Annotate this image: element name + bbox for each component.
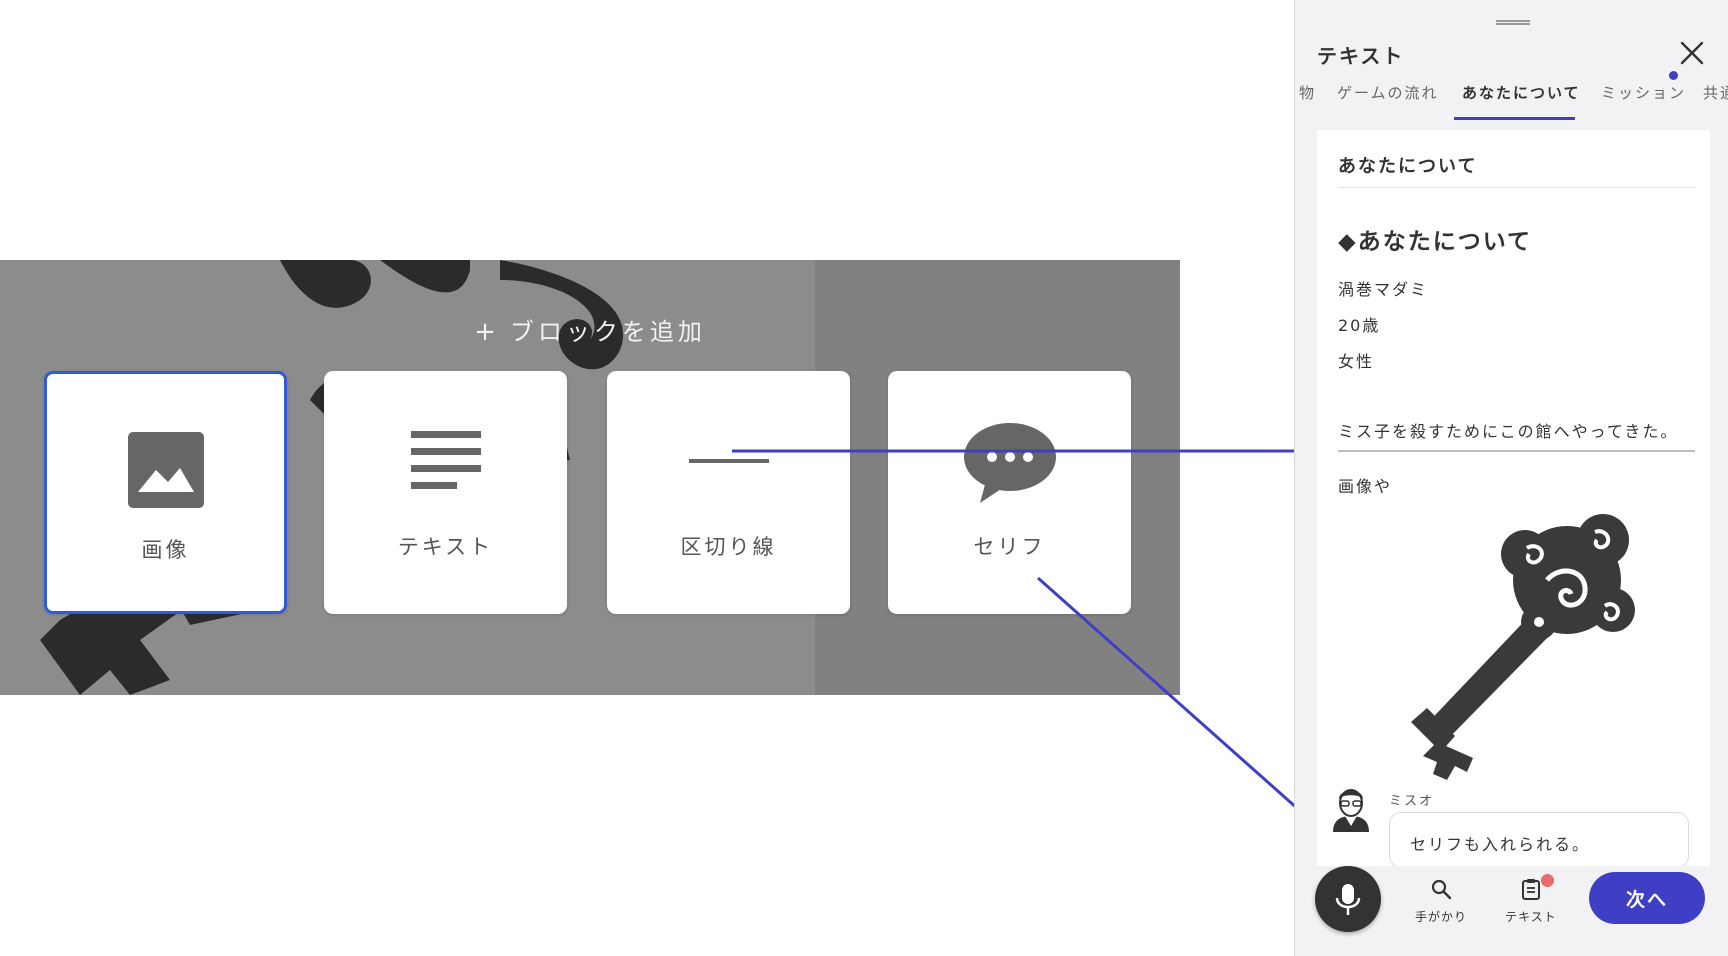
section-heading: あなたについて xyxy=(1338,156,1478,177)
text-lines-icon xyxy=(410,431,481,489)
content-line: ミス子を殺すためにこの館へやってきた。 xyxy=(1338,422,1679,441)
block-label: セリフ xyxy=(973,535,1046,559)
next-button[interactable]: 次へ xyxy=(1589,872,1705,924)
key-image xyxy=(1411,514,1635,780)
mic-button[interactable] xyxy=(1315,866,1381,932)
active-tab-indicator xyxy=(1454,117,1575,120)
tab-mission[interactable]: ミッション xyxy=(1601,82,1686,103)
content-line: 画像や xyxy=(1338,477,1393,496)
tab-about-you[interactable]: あなたについて xyxy=(1462,82,1581,103)
close-icon[interactable] xyxy=(1679,40,1705,66)
block-divider-button[interactable]: 区切り線 xyxy=(607,371,850,614)
clues-button[interactable]: 手がかり xyxy=(1411,878,1471,925)
add-block-title: + ブロックを追加 xyxy=(0,312,1180,347)
microphone-icon xyxy=(1335,884,1361,915)
content-divider xyxy=(1338,450,1695,452)
search-icon xyxy=(1431,879,1452,900)
notification-dot xyxy=(1669,71,1678,80)
notification-badge xyxy=(1541,874,1554,887)
tab-game-flow[interactable]: ゲームの流れ xyxy=(1337,82,1439,103)
content-line: 女性 xyxy=(1338,352,1375,371)
content-line: 渦巻マダミ xyxy=(1338,280,1429,299)
image-icon xyxy=(127,432,204,508)
block-label: テキスト xyxy=(397,535,494,559)
text-nav-label: テキスト xyxy=(1505,910,1557,924)
add-block-label: ブロックを追加 xyxy=(509,318,706,346)
divider-line-icon xyxy=(688,459,769,463)
block-text-button[interactable]: テキスト xyxy=(324,371,567,614)
text-nav-button[interactable]: テキスト xyxy=(1501,874,1561,925)
content-card: あなたについて ◆あなたについて 渦巻マダミ 20歳 女性 ミス子を殺すためにこ… xyxy=(1317,130,1710,870)
add-block-area: + ブロックを追加 画像 テキスト 区切り線 セリフ xyxy=(0,260,1180,695)
plus-icon: + xyxy=(474,317,500,347)
drag-handle[interactable] xyxy=(1496,20,1530,25)
block-speech-button[interactable]: セリフ xyxy=(888,371,1131,614)
block-image-button[interactable]: 画像 xyxy=(44,371,287,614)
tab-common[interactable]: 共通 xyxy=(1703,82,1728,103)
content-heading: ◆あなたについて xyxy=(1338,229,1532,255)
block-label: 画像 xyxy=(141,538,190,562)
speech-bubble: セリフも入れられる。 xyxy=(1389,812,1689,868)
content-line: 20歳 xyxy=(1338,316,1381,335)
clipboard-icon xyxy=(1522,879,1540,900)
speech-text: セリフも入れられる。 xyxy=(1410,835,1591,854)
tab-characters[interactable]: 物 xyxy=(1299,82,1316,103)
panel-title: テキスト xyxy=(1317,44,1405,68)
tab-bar: 物 ゲームの流れ あなたについて ミッション 共通 xyxy=(1295,82,1728,122)
section-rule xyxy=(1338,187,1695,188)
clues-label: 手がかり xyxy=(1414,910,1467,924)
speaker-avatar xyxy=(1333,789,1369,832)
block-label: 区切り線 xyxy=(680,535,777,559)
speech-bubble-icon xyxy=(963,423,1056,503)
text-panel: テキスト 物 ゲームの流れ あなたについて ミッション 共通 あなたについて ◆… xyxy=(1294,0,1728,956)
speaker-name: ミスオ xyxy=(1389,794,1435,809)
